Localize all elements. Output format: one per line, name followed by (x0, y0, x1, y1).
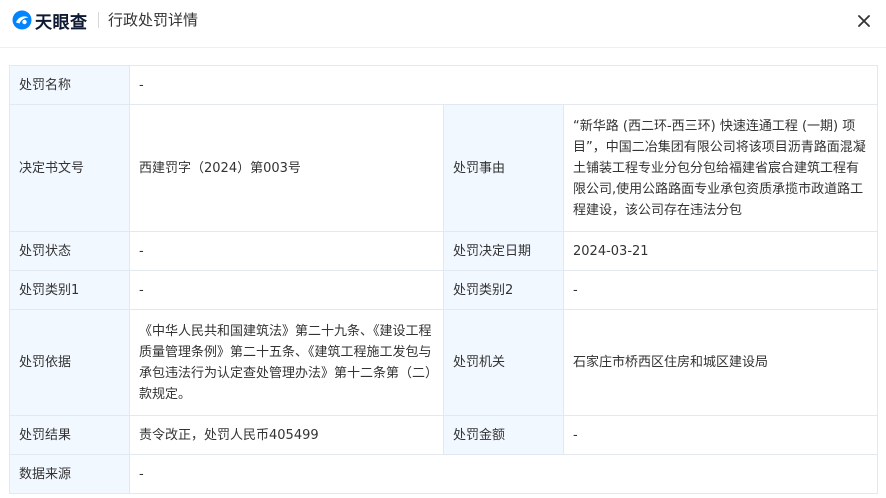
dialog-header: 天眼查 行政处罚详情 (0, 0, 886, 40)
authority-label: 处罚机关 (443, 309, 564, 416)
table-row: 数据来源 - (9, 454, 879, 494)
decision-no-value: 西建罚字（2024）第003号 (129, 104, 444, 232)
penalty-name-value: - (128, 65, 879, 105)
reason-label: 处罚事由 (443, 104, 564, 232)
category2-label: 处罚类别2 (443, 270, 564, 310)
amount-value: - (562, 415, 879, 455)
status-value: - (129, 231, 444, 271)
basis-label: 处罚依据 (9, 309, 130, 416)
category1-value: - (129, 270, 444, 310)
source-value: - (128, 454, 879, 494)
table-row: 决定书文号 西建罚字（2024）第003号 处罚事由 “新华路 (西二环-西三环… (9, 104, 879, 232)
brand-name: 天眼查 (35, 12, 88, 33)
table-row: 处罚依据 《中华人民共和国建筑法》第二十九条、《建设工程质量管理条例》第二十五条… (9, 309, 879, 416)
tianyancha-logo: 天眼查 (12, 9, 88, 33)
table-row: 处罚类别1 - 处罚类别2 - (9, 270, 879, 310)
decision-no-label: 决定书文号 (9, 104, 130, 232)
table-row: 处罚名称 - (9, 65, 879, 105)
tianyancha-logo-icon (12, 10, 32, 30)
close-icon (858, 15, 870, 27)
decision-date-value: 2024-03-21 (562, 231, 879, 271)
close-button[interactable] (852, 10, 876, 32)
penalty-detail-table: 处罚名称 - 决定书文号 西建罚字（2024）第003号 处罚事由 “新华路 (… (9, 65, 879, 494)
authority-value: 石家庄市桥西区住房和城区建设局 (562, 309, 879, 416)
category2-value: - (562, 270, 879, 310)
basis-value: 《中华人民共和国建筑法》第二十九条、《建设工程质量管理条例》第二十五条、《建筑工… (129, 309, 444, 416)
header-border (0, 47, 886, 48)
reason-value: “新华路 (西二环-西三环) 快速连通工程 (一期) 项目”，中国二冶集团有限公… (562, 104, 879, 232)
result-value: 责令改正，处罚人民币405499 (129, 415, 444, 455)
penalty-name-label: 处罚名称 (9, 65, 130, 105)
dialog-title: 行政处罚详情 (108, 11, 199, 29)
table-row: 处罚结果 责令改正，处罚人民币405499 处罚金额 - (9, 415, 879, 455)
amount-label: 处罚金额 (443, 415, 564, 455)
decision-date-label: 处罚决定日期 (443, 231, 564, 271)
source-label: 数据来源 (9, 454, 130, 494)
header-divider (98, 12, 99, 28)
result-label: 处罚结果 (9, 415, 130, 455)
category1-label: 处罚类别1 (9, 270, 130, 310)
status-label: 处罚状态 (9, 231, 130, 271)
table-row: 处罚状态 - 处罚决定日期 2024-03-21 (9, 231, 879, 271)
